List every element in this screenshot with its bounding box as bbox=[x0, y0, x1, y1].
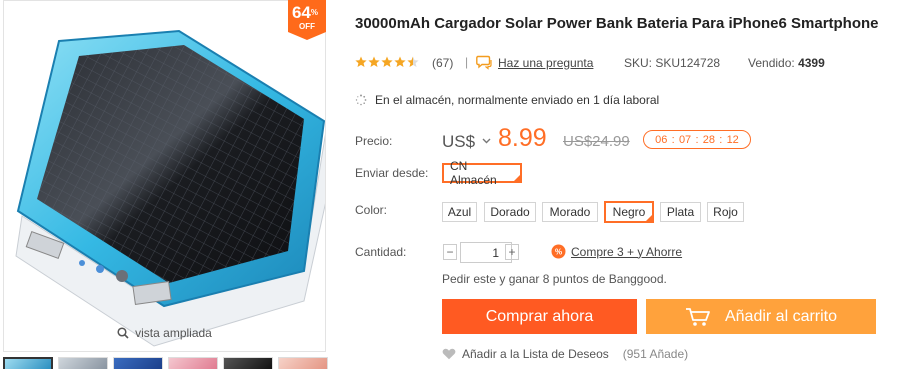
ship-from-label: Enviar desde: bbox=[355, 166, 429, 180]
thumbnail[interactable] bbox=[58, 357, 108, 369]
sold-count: Vendido: 4399 bbox=[748, 56, 825, 70]
ask-question-link[interactable]: Haz una pregunta bbox=[476, 55, 593, 70]
discount-badge: 64% OFF bbox=[288, 0, 326, 40]
bundle-deal-link[interactable]: % Compre 3 + y Ahorre bbox=[551, 244, 682, 259]
product-main-image[interactable] bbox=[3, 0, 326, 352]
color-label: Color: bbox=[355, 203, 388, 217]
color-option-plata[interactable]: Plata bbox=[660, 202, 701, 222]
star-empty-icon bbox=[407, 56, 419, 67]
thumbnail[interactable] bbox=[3, 357, 53, 369]
discount-value: 64% bbox=[291, 3, 319, 22]
wishlist-label: Añadir a la Lista de Deseos bbox=[462, 347, 609, 361]
sold-label: Vendido: bbox=[748, 56, 795, 70]
countdown-sep: : bbox=[719, 133, 723, 146]
stock-status: En el almacén, normalmente enviado en 1 … bbox=[355, 93, 659, 107]
loading-spinner-icon bbox=[355, 94, 367, 106]
discount-tag-icon: % bbox=[551, 244, 566, 259]
sold-value: 4399 bbox=[798, 56, 825, 70]
zoom-view-link[interactable]: vista ampliada bbox=[3, 326, 326, 340]
countdown-hours: 06 bbox=[655, 133, 668, 146]
currency-selector[interactable]: US$ bbox=[442, 132, 475, 152]
countdown-minutes: 07 bbox=[678, 133, 692, 146]
discount-off-label: OFF bbox=[299, 22, 315, 31]
product-gallery: 64% OFF vista ampliada bbox=[3, 0, 328, 369]
countdown-timer: 06 : 07 : 28 : 12 bbox=[643, 130, 751, 149]
countdown-seconds: 28 bbox=[702, 133, 715, 146]
svg-text:%: % bbox=[555, 248, 562, 257]
power-bank-image bbox=[15, 29, 325, 347]
zoom-caption-label: vista ampliada bbox=[135, 326, 212, 340]
wishlist-count: (951 Añade) bbox=[622, 347, 689, 361]
product-meta-row: (67) | Haz una pregunta SKU: SKU124728 V… bbox=[355, 55, 900, 71]
countdown-frames: 12 bbox=[726, 133, 739, 146]
quantity-increment-button[interactable]: + bbox=[505, 244, 519, 260]
color-option-azul[interactable]: Azul bbox=[442, 202, 477, 222]
thumbnail-strip bbox=[3, 357, 333, 369]
star-icon bbox=[355, 56, 367, 67]
add-to-cart-label: Añadir al carrito bbox=[724, 307, 838, 325]
price-label: Precio: bbox=[355, 134, 393, 148]
color-option-dorado[interactable]: Dorado bbox=[484, 202, 536, 222]
wishlist-link[interactable]: Añadir a la Lista de Deseos (951 Añade) bbox=[442, 347, 688, 361]
countdown-sep: : bbox=[695, 133, 699, 146]
thumbnail[interactable] bbox=[168, 357, 218, 369]
add-to-cart-button[interactable]: Añadir al carrito bbox=[646, 299, 876, 334]
thumbnail[interactable] bbox=[223, 357, 273, 369]
sku: SKU: SKU124728 bbox=[624, 56, 721, 70]
magnifier-icon bbox=[117, 327, 129, 339]
star-icon bbox=[368, 56, 380, 67]
countdown-sep: : bbox=[671, 133, 675, 146]
heart-icon bbox=[442, 348, 456, 360]
bundle-deal-label: Compre 3 + y Ahorre bbox=[571, 244, 683, 259]
stock-text: En el almacén, normalmente enviado en 1 … bbox=[375, 93, 660, 107]
ask-question-label: Haz una pregunta bbox=[498, 55, 594, 70]
color-option-negro[interactable]: Negro bbox=[604, 201, 654, 223]
current-price: 8.99 bbox=[498, 124, 547, 152]
quantity-decrement-button[interactable]: − bbox=[443, 244, 457, 260]
color-option-rojo[interactable]: Rojo bbox=[707, 202, 744, 222]
reward-points-text: Pedir este y ganar 8 puntos de Banggood. bbox=[442, 272, 667, 286]
chat-bubble-icon bbox=[476, 55, 492, 70]
thumbnail[interactable] bbox=[278, 357, 328, 369]
thumbnail[interactable] bbox=[113, 357, 163, 369]
quantity-label: Cantidad: bbox=[355, 245, 407, 259]
review-count[interactable]: (67) bbox=[432, 56, 453, 70]
cart-icon bbox=[685, 307, 710, 326]
product-title: 30000mAh Cargador Solar Power Bank Bater… bbox=[355, 15, 879, 32]
ship-option-cn-warehouse[interactable]: CN Almacén bbox=[442, 159, 522, 187]
star-icon bbox=[381, 56, 393, 67]
meta-separator: | bbox=[465, 55, 469, 69]
chevron-down-icon[interactable] bbox=[482, 138, 491, 144]
original-price: US$24.99 bbox=[563, 133, 630, 150]
color-option-morado[interactable]: Morado bbox=[542, 202, 598, 222]
buy-now-button[interactable]: Comprar ahora bbox=[442, 299, 637, 334]
star-icon bbox=[394, 56, 406, 67]
discount-percent: % bbox=[310, 8, 319, 17]
rating-stars[interactable] bbox=[355, 56, 419, 68]
